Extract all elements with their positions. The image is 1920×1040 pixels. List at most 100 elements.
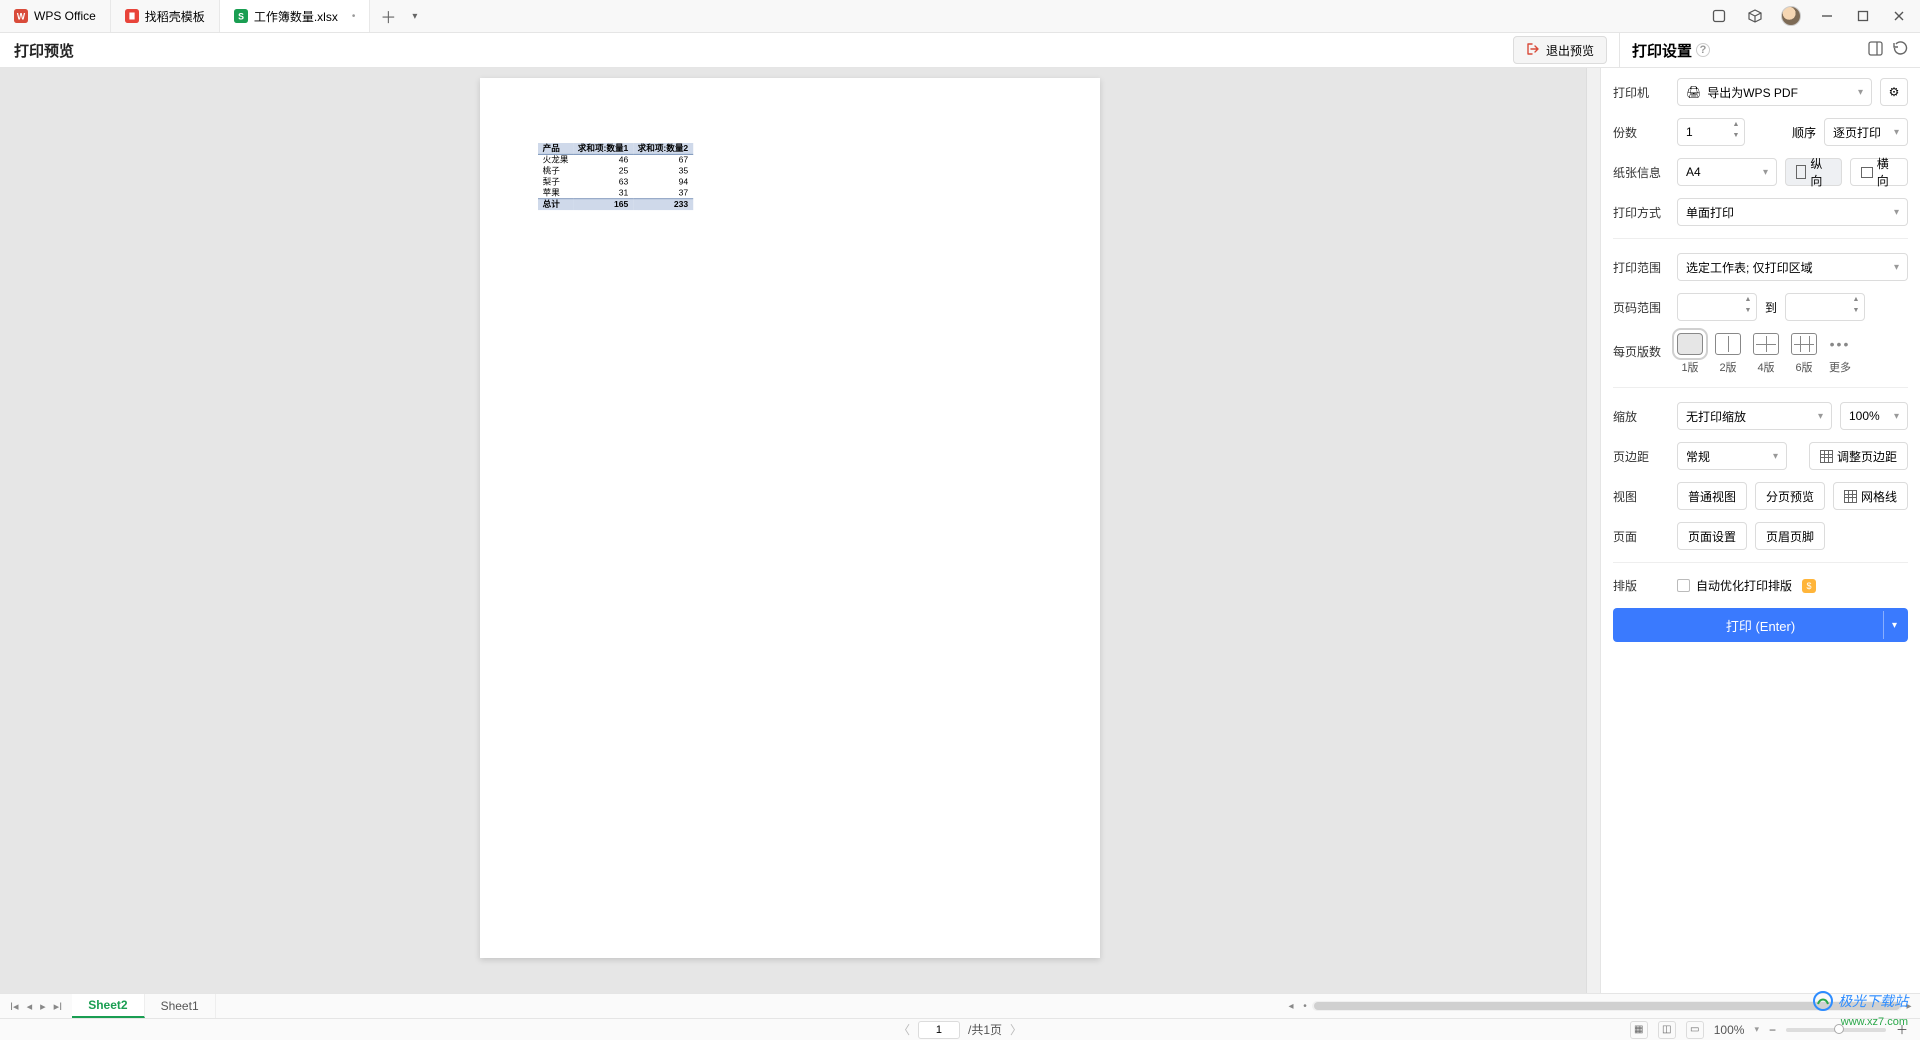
spin-up-icon[interactable]: ▲ <box>1850 296 1862 307</box>
scale-select[interactable]: 无打印缩放▾ <box>1677 402 1832 430</box>
tab-template[interactable]: 找稻壳模板 <box>111 0 220 32</box>
window-minimize-button[interactable] <box>1816 5 1838 27</box>
perpage-6[interactable]: 6版 <box>1791 333 1817 375</box>
spin-down-icon[interactable]: ▼ <box>1742 307 1754 318</box>
sheet-tab-sheet2[interactable]: Sheet2 <box>72 994 144 1018</box>
window-close-button[interactable] <box>1888 5 1910 27</box>
zoom-in-button[interactable]: ＋ <box>1896 1021 1908 1038</box>
view-mode-1-icon[interactable]: ▦ <box>1630 1021 1648 1039</box>
hscroll-track[interactable] <box>1312 1001 1902 1011</box>
adjust-margin-button[interactable]: 调整页边距 <box>1809 442 1908 470</box>
print-range-select[interactable]: 选定工作表; 仅打印区域▾ <box>1677 253 1908 281</box>
copies-input[interactable]: 1 ▲▼ <box>1677 118 1745 146</box>
page-from-input[interactable]: ▲▼ <box>1677 293 1757 321</box>
spin-down-icon[interactable]: ▼ <box>1730 132 1742 143</box>
preview-scroll[interactable]: 产品 求和项:数量1 求和项:数量2 火龙果4667 桃子2535 梨子6394… <box>0 68 1600 993</box>
sheet-first-button[interactable]: I◂ <box>10 1000 19 1013</box>
lbl-view: 视图 <box>1613 488 1669 505</box>
table-row: 桃子2535 <box>538 166 693 177</box>
zoom-dropdown-icon[interactable]: ▾ <box>1754 1024 1759 1035</box>
margins-icon <box>1820 450 1833 463</box>
user-avatar-icon[interactable] <box>1780 5 1802 27</box>
chevron-down-icon: ▾ <box>1894 262 1899 273</box>
perpage-2[interactable]: 2版 <box>1715 333 1741 375</box>
new-tab-button[interactable]: ＋ <box>370 4 406 28</box>
page-next-button[interactable]: 〉 <box>1010 1021 1022 1038</box>
lbl-mode: 打印方式 <box>1613 204 1669 221</box>
paper-select[interactable]: A4▾ <box>1677 158 1777 186</box>
zoom-out-button[interactable]: − <box>1769 1023 1776 1037</box>
lbl-scale: 缩放 <box>1613 408 1669 425</box>
col-qty1: 求和项:数量1 <box>573 143 633 154</box>
view-mode-2-icon[interactable]: ◫ <box>1658 1021 1676 1039</box>
lbl-layout: 排版 <box>1613 577 1669 594</box>
spin-up-icon[interactable]: ▲ <box>1730 121 1742 132</box>
sheet-last-button[interactable]: ▸I <box>54 1000 63 1013</box>
status-right: ▦ ◫ ▭ 100% ▾ − ＋ <box>1630 1021 1908 1039</box>
perpage-more[interactable]: •••更多 <box>1829 333 1851 375</box>
page-to-input[interactable]: ▲▼ <box>1785 293 1865 321</box>
spin-up-icon[interactable]: ▲ <box>1742 296 1754 307</box>
pages-per-sheet-group: 1版 2版 4版 6版 •••更多 <box>1677 333 1851 375</box>
sheet-prev-button[interactable]: ◂ <box>27 1000 33 1013</box>
order-select[interactable]: 逐页打印▾ <box>1824 118 1908 146</box>
tab-wps-home[interactable]: W WPS Office <box>0 0 111 32</box>
page-prev-button[interactable]: 〈 <box>898 1021 910 1038</box>
lbl-margin: 页边距 <box>1613 448 1669 465</box>
zoom-value: 100% <box>1714 1023 1745 1037</box>
tab-list-dropdown[interactable]: ▾ <box>406 11 423 22</box>
perpage-4[interactable]: 4版 <box>1753 333 1779 375</box>
header-footer-button[interactable]: 页眉页脚 <box>1755 522 1825 550</box>
help-icon[interactable]: ? <box>1696 43 1710 57</box>
perpage-1[interactable]: 1版 <box>1677 333 1703 375</box>
orientation-landscape[interactable]: 横向 <box>1850 158 1908 186</box>
print-button[interactable]: 打印 (Enter) ▾ <box>1613 608 1908 642</box>
print-mode-select[interactable]: 单面打印▾ <box>1677 198 1908 226</box>
chevron-down-icon: ▾ <box>1858 87 1863 98</box>
preview-content: 产品 求和项:数量1 求和项:数量2 火龙果4667 桃子2535 梨子6394… <box>538 143 693 210</box>
view-mode-3-icon[interactable]: ▭ <box>1686 1021 1704 1039</box>
orientation-portrait[interactable]: 纵向 <box>1785 158 1842 186</box>
vertical-scrollbar[interactable] <box>1586 68 1600 993</box>
titlebar-right <box>1708 5 1920 27</box>
zoom-slider[interactable] <box>1786 1028 1886 1032</box>
printer-value: 导出为WPS PDF <box>1707 84 1798 101</box>
scale-percent-select[interactable]: 100%▾ <box>1840 402 1908 430</box>
main-area: 产品 求和项:数量1 求和项:数量2 火龙果4667 桃子2535 梨子6394… <box>0 68 1920 993</box>
printer-settings-button[interactable]: ⚙ <box>1880 78 1908 106</box>
page-setup-button[interactable]: 页面设置 <box>1677 522 1747 550</box>
horizontal-scrollbar[interactable]: ◂ • ▸ <box>1280 994 1920 1018</box>
panel-layout-icon[interactable] <box>1868 41 1883 60</box>
cube-icon[interactable] <box>1744 5 1766 27</box>
print-dropdown-icon[interactable]: ▾ <box>1883 611 1905 639</box>
preview-page: 产品 求和项:数量1 求和项:数量2 火龙果4667 桃子2535 梨子6394… <box>480 78 1100 958</box>
view-normal-button[interactable]: 普通视图 <box>1677 482 1747 510</box>
tab-workbook[interactable]: S 工作簿数量.xlsx • <box>220 0 371 32</box>
hscroll-right-icon[interactable]: ▸ <box>1902 1001 1916 1012</box>
window-maximize-button[interactable] <box>1852 5 1874 27</box>
printer-select[interactable]: 🖨导出为WPS PDF ▾ <box>1677 78 1872 106</box>
gridlines-toggle[interactable]: 网格线 <box>1833 482 1908 510</box>
mode-value: 单面打印 <box>1686 204 1734 221</box>
lbl-pagerange: 页码范围 <box>1613 299 1669 316</box>
spin-down-icon[interactable]: ▼ <box>1850 307 1862 318</box>
vip-badge-icon: $ <box>1802 579 1816 593</box>
refresh-icon[interactable] <box>1893 41 1908 60</box>
spreadsheet-icon: S <box>234 9 248 23</box>
auto-optimize-checkbox[interactable]: 自动优化打印排版 $ <box>1677 577 1816 594</box>
lbl-range: 打印范围 <box>1613 259 1669 276</box>
sheet-next-button[interactable]: ▸ <box>40 1000 46 1013</box>
exit-preview-button[interactable]: 退出预览 <box>1513 36 1607 64</box>
compact-mode-icon[interactable] <box>1708 5 1730 27</box>
lbl-order: 顺序 <box>1792 124 1816 141</box>
sheet-tab-sheet1[interactable]: Sheet1 <box>145 994 216 1018</box>
hscroll-thumb[interactable] <box>1314 1002 1900 1010</box>
status-bar: 〈 /共1页 〉 ▦ ◫ ▭ 100% ▾ − ＋ <box>0 1018 1920 1040</box>
paper-value: A4 <box>1686 165 1701 179</box>
hscroll-left-icon[interactable]: ◂ <box>1284 1001 1298 1012</box>
chevron-down-icon: ▾ <box>1894 127 1899 138</box>
page-number-input[interactable] <box>918 1021 960 1039</box>
margin-select[interactable]: 常规▾ <box>1677 442 1787 470</box>
view-break-button[interactable]: 分页预览 <box>1755 482 1825 510</box>
zoom-handle[interactable] <box>1834 1024 1844 1034</box>
